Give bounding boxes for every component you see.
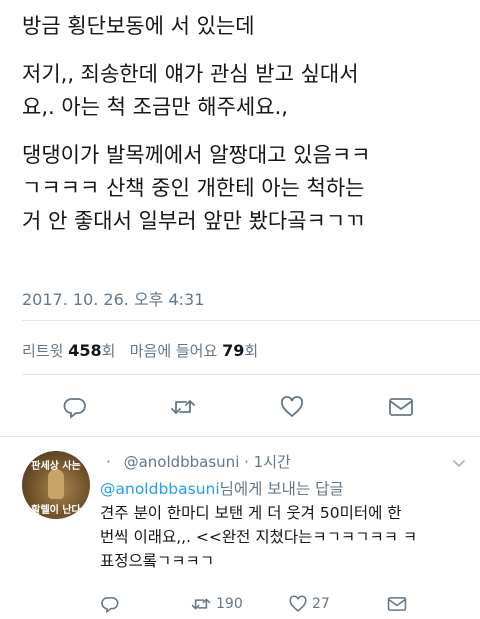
reply-line: 표정으롴ㄱㅋㅋㄱ: [100, 552, 215, 570]
envelope-icon: [389, 398, 413, 416]
reply-like-button[interactable]: 27: [288, 592, 330, 616]
tweet-line: 방금 횡단보동에 서 있는데: [22, 14, 255, 38]
likes-label[interactable]: 마음에 들어요: [130, 342, 218, 360]
avatar[interactable]: 판세상 사는 할렐이 난다: [22, 451, 90, 519]
separator-dot: ·: [106, 453, 111, 471]
retweets-label[interactable]: 리트윗: [22, 342, 63, 360]
replying-to-handle[interactable]: @anoldbbasuni: [100, 480, 220, 498]
avatar-caption: 판세상 사는: [31, 461, 81, 472]
retweets-count[interactable]: 458: [68, 341, 101, 360]
reply-header: · @anoldbbasuni · 1시간: [106, 451, 291, 472]
envelope-icon: [387, 597, 407, 611]
reply-line: 견주 분이 한마디 보탠 게 더 웃겨 50미터에 한: [100, 504, 402, 522]
reply-handle[interactable]: @anoldbbasuni: [124, 453, 240, 471]
reply-tweet[interactable]: 판세상 사는 할렐이 난다 · @anoldbbasuni · 1시간 @ano…: [0, 437, 480, 619]
avatar-image: [48, 469, 64, 499]
tweet-line: 요,. 아는 척 조금만 해주세요.,: [22, 95, 288, 119]
reply-icon: [63, 398, 86, 419]
reply-dm-button[interactable]: [386, 592, 408, 616]
dm-button[interactable]: [386, 392, 416, 422]
tweet-line: 댕댕이가 발목께에서 알짱대고 있음ㅋㅋ: [22, 143, 371, 167]
reply-line: 번씩 이래요,,. <<완전 지쳤다는ㅋㄱㅋㄱㅋㅋ ㅋ: [100, 528, 418, 546]
retweet-icon: [171, 400, 195, 414]
likes-unit: 회: [244, 342, 259, 360]
heart-icon: [289, 595, 307, 612]
like-button[interactable]: [277, 392, 307, 422]
retweet-button[interactable]: [168, 392, 198, 422]
reply-button[interactable]: [60, 392, 90, 422]
chevron-down-icon: [453, 460, 465, 467]
divider: [22, 374, 480, 375]
reply-icon: [101, 597, 119, 614]
tweet-line: 저기,, 죄송한데 얘가 관심 받고 싶대서: [22, 62, 359, 86]
replying-to: @anoldbbasuni님에게 보내는 답글: [100, 477, 344, 499]
reply-retweet-button[interactable]: 190: [190, 592, 243, 616]
avatar-caption: 할렐이 난다: [31, 505, 81, 516]
heart-icon: [281, 396, 303, 418]
tweet-line: ㄱㅋㅋㅋ 산책 중인 개한테 아는 척하는: [22, 176, 365, 200]
tweet-stats: 리트윗 458회 마음에 들어요 79회: [22, 340, 258, 361]
reply-text: 견주 분이 한마디 보탠 게 더 웃겨 50미터에 한 번씩 이래요,,. <<…: [100, 501, 470, 573]
retweet-icon: [191, 598, 211, 610]
reply-menu-button[interactable]: [452, 454, 466, 473]
reply-like-count: 27: [312, 596, 330, 612]
divider: [22, 320, 480, 321]
tweet-actions: [0, 392, 480, 422]
tweet-line: 거 안 좋대서 일부러 앞만 봤다곸ㅋㄱㄲ: [22, 209, 365, 233]
reply-time[interactable]: · 1시간: [244, 453, 291, 471]
tweet-text: 방금 횡단보동에 서 있는데 저기,, 죄송한데 얘가 관심 받고 싶대서 요,…: [22, 10, 467, 238]
reply-retweet-count: 190: [216, 596, 243, 612]
replying-to-suffix: 님에게 보내는 답글: [219, 480, 344, 498]
reply-actions: 190 27: [0, 592, 480, 616]
tweet-timestamp[interactable]: 2017. 10. 26. 오후 4:31: [22, 286, 204, 310]
retweets-unit: 회: [101, 342, 116, 360]
likes-count[interactable]: 79: [222, 341, 244, 360]
reply-reply-button[interactable]: [100, 592, 120, 616]
